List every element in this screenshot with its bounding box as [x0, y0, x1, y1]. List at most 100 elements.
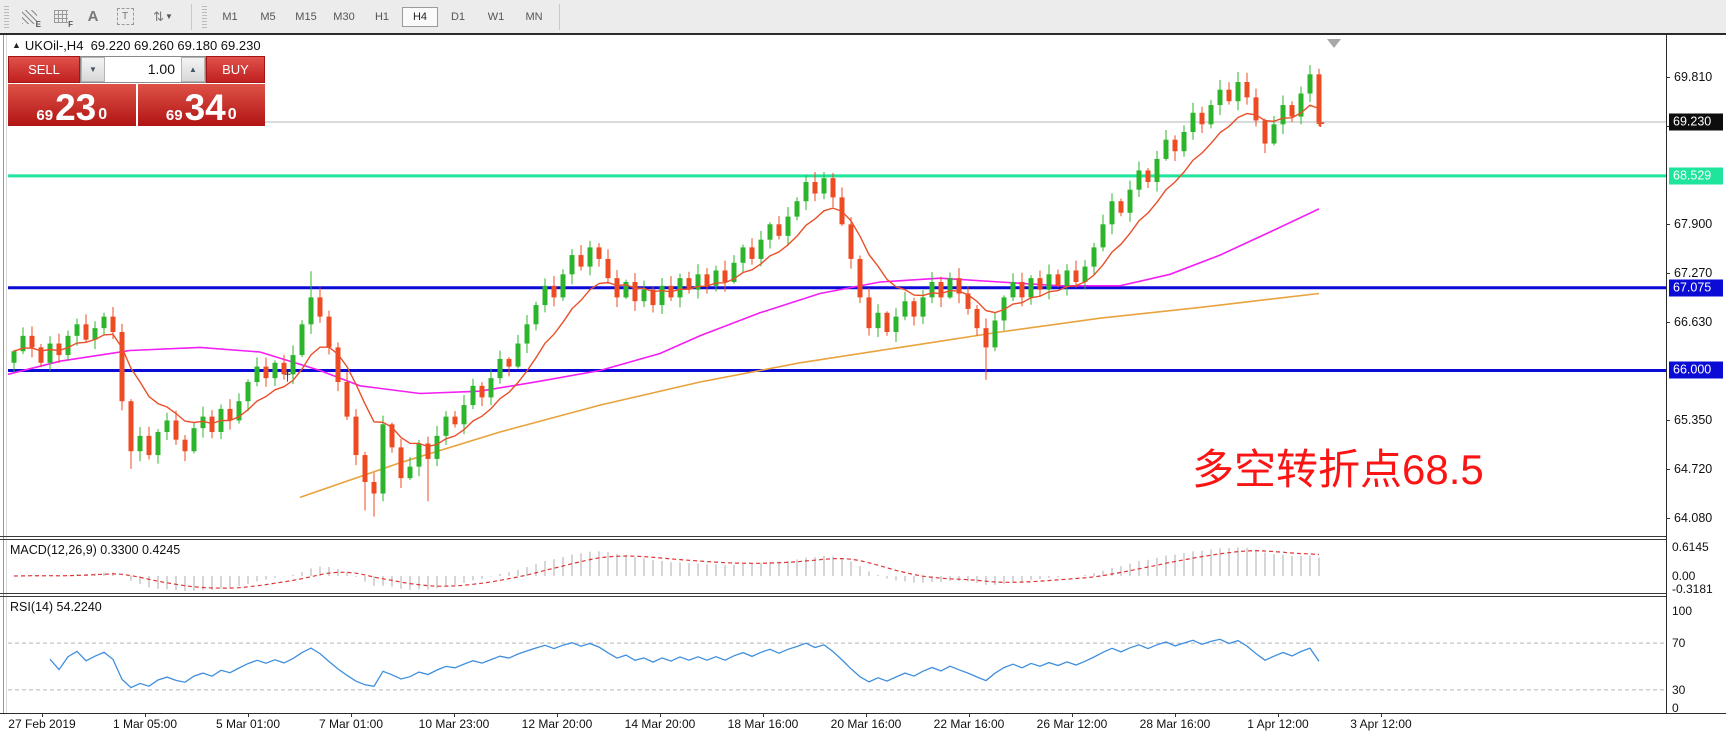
toolbar-drag-handle[interactable]: [4, 6, 9, 28]
candle-body: [1020, 282, 1025, 297]
cursor-mode-icon[interactable]: ⇅ ▼: [144, 5, 182, 29]
candle-body: [777, 224, 782, 236]
timeframe-button-d1[interactable]: D1: [440, 7, 476, 27]
candle-body: [246, 382, 251, 401]
price-tick-mark: [1666, 469, 1670, 470]
candle-body: [867, 297, 872, 328]
candle-body: [1173, 140, 1178, 152]
text-label-icon[interactable]: A: [80, 5, 106, 29]
price-badge: 66.000: [1669, 362, 1723, 379]
timeframe-button-w1[interactable]: W1: [478, 7, 514, 27]
indicators-hatch-icon[interactable]: E: [16, 5, 42, 29]
time-axis-border: [0, 713, 1726, 714]
buy-button[interactable]: BUY: [206, 56, 265, 83]
sell-price-major: 69: [36, 108, 53, 123]
candle-body: [1290, 105, 1295, 117]
candle-body: [1227, 90, 1232, 102]
candle-body: [1101, 224, 1106, 247]
candle-body: [363, 455, 368, 482]
candle-body: [750, 247, 755, 259]
time-tick-label: 1 Mar 05:00: [113, 717, 177, 731]
sell-price-box[interactable]: 69 23 0: [8, 84, 136, 126]
time-tick-label: 20 Mar 16:00: [831, 717, 902, 731]
time-tick-label: 26 Mar 12:00: [1037, 717, 1108, 731]
candle-body: [642, 290, 647, 302]
candle-body: [381, 424, 386, 493]
timeframe-button-mn[interactable]: MN: [516, 7, 552, 27]
timeframe-button-h4[interactable]: H4: [402, 7, 438, 27]
top-toolbar: E F A T ⇅ ▼ M1M5M15M30H1H4D1W1MN: [0, 0, 1726, 34]
candle-body: [912, 301, 917, 316]
candle-body: [435, 436, 440, 459]
timeframe-group: M1M5M15M30H1H4D1W1MN: [211, 7, 553, 27]
candle-body: [525, 324, 530, 343]
toolbar-drag-handle[interactable]: [202, 6, 207, 28]
candle-body: [174, 420, 179, 439]
pane-separator[interactable]: [0, 596, 1666, 597]
toolbar-separator: [191, 4, 192, 30]
candle-body: [264, 367, 269, 379]
candle-body: [534, 305, 539, 324]
time-tick-label: 27 Feb 2019: [8, 717, 75, 731]
candle-body: [453, 417, 458, 425]
up-triangle-icon: ▲: [12, 40, 21, 50]
volume-increase-button[interactable]: ▲: [181, 57, 205, 82]
timeframe-button-m30[interactable]: M30: [326, 7, 362, 27]
candle-body: [327, 317, 332, 348]
candle-body: [1011, 282, 1016, 297]
candle-body: [399, 447, 404, 478]
candle-body: [759, 240, 764, 259]
pane-separator[interactable]: [0, 536, 1666, 537]
candle-body: [876, 313, 881, 328]
candle-body: [300, 324, 305, 355]
candle-body: [1056, 274, 1061, 286]
scroll-to-end-arrow-icon[interactable]: [1327, 39, 1341, 48]
macd-axis-label: -0.3181: [1672, 582, 1713, 596]
candle-body: [597, 247, 602, 259]
candle-body: [309, 297, 314, 324]
candle-body: [1074, 270, 1079, 282]
volume-input[interactable]: 1.00: [105, 57, 181, 82]
candle-body: [1191, 113, 1196, 132]
volume-decrease-button[interactable]: ▼: [81, 57, 105, 82]
rsi-axis-label: 100: [1672, 604, 1692, 618]
candle-body: [615, 278, 620, 297]
time-tick-label: 14 Mar 20:00: [625, 717, 696, 731]
candle-body: [192, 428, 197, 451]
symbol-label: UKOil-,H4: [25, 38, 84, 53]
pane-separator[interactable]: [0, 539, 1666, 540]
arrows-glyph: ⇅: [153, 9, 163, 25]
grid-icon[interactable]: F: [48, 5, 74, 29]
time-tick-label: 10 Mar 23:00: [419, 717, 490, 731]
grid-glyph: [54, 10, 68, 23]
candle-body: [165, 420, 170, 432]
candle-body: [939, 282, 944, 297]
candle-body: [30, 336, 35, 348]
price-tick-mark: [1666, 224, 1670, 225]
candle-body: [831, 178, 836, 197]
candle-body: [228, 409, 233, 421]
timeframe-button-m5[interactable]: M5: [250, 7, 286, 27]
candle-body: [1164, 140, 1169, 159]
price-tick-mark: [1666, 77, 1670, 78]
text-box-icon[interactable]: T: [112, 5, 138, 29]
candle-body: [129, 401, 134, 451]
candle-body: [930, 282, 935, 297]
candle-body: [858, 259, 863, 297]
candle-body: [489, 378, 494, 397]
hatch-glyph: [22, 10, 37, 24]
timeframe-button-h1[interactable]: H1: [364, 7, 400, 27]
sell-button[interactable]: SELL: [8, 56, 80, 83]
candle-body: [183, 440, 188, 452]
price-tick-mark: [1666, 322, 1670, 323]
buy-price-box[interactable]: 69 34 0: [136, 84, 266, 126]
candle-body: [147, 436, 152, 455]
object-anchor-marker: †: [284, 369, 291, 384]
timeframe-button-m15[interactable]: M15: [288, 7, 324, 27]
candle-body: [975, 309, 980, 328]
pane-separator[interactable]: [0, 593, 1666, 594]
rsi-axis-label: 70: [1672, 636, 1685, 650]
timeframe-button-m1[interactable]: M1: [212, 7, 248, 27]
candle-body: [786, 217, 791, 236]
chart-window-top-border: [0, 33, 1726, 35]
